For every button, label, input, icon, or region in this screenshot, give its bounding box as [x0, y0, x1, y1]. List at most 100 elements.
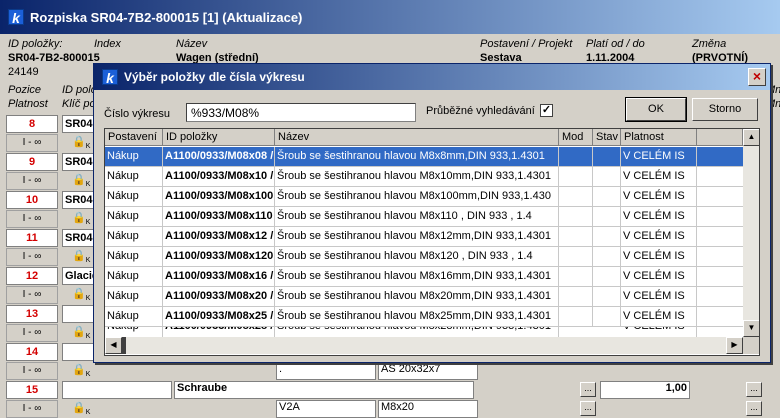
cell-nazev: Šroub se šestihranou hlavou M8x110 , DIN… [275, 207, 559, 227]
vertical-scrollbar[interactable]: ▲ ▼ [743, 129, 759, 337]
row-position[interactable]: 13 [6, 305, 58, 323]
row-dimension[interactable]: M8x20 [378, 400, 478, 418]
lock-key-icon[interactable]: 🔒K [72, 287, 90, 302]
lock-key-icon[interactable]: 🔒K [72, 401, 90, 416]
row-material[interactable]: . [276, 362, 376, 380]
row-dimension[interactable]: AS 20x32x7 [378, 362, 478, 380]
drawing-number-dialog[interactable]: k Výběr položky dle čísla výkresu × Čísl… [93, 63, 771, 363]
cell-nazev: Šroub se šestihranou hlavou M8x25mm,DIN … [275, 307, 559, 327]
scroll-right-icon[interactable]: ▶ [726, 337, 743, 354]
row-extra-button[interactable]: ... [746, 401, 762, 416]
list-item[interactable]: Nákup A1100/0933/M08x120 Šroub se šestih… [105, 247, 743, 267]
row-name[interactable]: Schraube [174, 381, 474, 399]
cell-stav [593, 247, 621, 267]
lock-key-icon[interactable]: 🔒K [72, 173, 90, 188]
cell-mod [559, 247, 593, 267]
value-id-polozky: SR04-7B2-800015 [8, 52, 100, 64]
row-item-id[interactable] [62, 343, 94, 361]
list-item[interactable]: Nákup A1100/0933/M08x16 / Šroub se šesti… [105, 267, 743, 287]
list-item[interactable]: Nákup A1100/0933/M08x25 / Šroub se šesti… [105, 307, 743, 327]
row-position[interactable]: 12 [6, 267, 58, 285]
column-header-platnost[interactable]: Platnost [621, 129, 697, 146]
close-icon[interactable]: × [748, 68, 766, 86]
list-item[interactable]: Nákup A1100/0933/M08x28 / Šroub se šesti… [105, 327, 743, 337]
cell-postaveni: Nákup [105, 267, 163, 287]
row-item-id[interactable]: SR04- [62, 229, 96, 247]
list-item[interactable]: Nákup A1100/0933/M08x100 Šroub se šestih… [105, 187, 743, 207]
drawing-number-input[interactable] [186, 103, 416, 122]
grid-row[interactable]: 15 I - ∞ 🔒K Schraube ... 1,00 ... V2A M8… [2, 380, 778, 418]
cell-id: A1100/0933/M08x120 [163, 247, 275, 267]
list-item[interactable]: Nákup A1100/0933/M08x12 / Šroub se šesti… [105, 227, 743, 247]
live-search-checkbox[interactable]: ✓ [540, 104, 553, 117]
cell-id: A1100/0933/M08x110 [163, 207, 275, 227]
results-list[interactable]: Postavení ID položky Název Mod Stav Plat… [104, 128, 760, 356]
column-header-stav[interactable]: Stav [593, 129, 621, 146]
cell-id: A1100/0933/M08x16 / [163, 267, 275, 287]
ok-button[interactable]: OK [625, 97, 687, 122]
row-lookup-button-2[interactable]: ... [580, 401, 596, 416]
scroll-up-icon[interactable]: ▲ [743, 129, 759, 146]
label-id-polozky: ID položky: [8, 38, 63, 50]
horizontal-scrollbar[interactable]: ◀ ▶ [105, 337, 743, 354]
list-item[interactable]: Nákup A1100/0933/M08x110 Šroub se šestih… [105, 207, 743, 227]
lock-key-icon[interactable]: 🔒K [72, 363, 90, 378]
cell-stav [593, 147, 621, 167]
lock-key-icon[interactable]: 🔒K [72, 211, 90, 226]
column-header-postaveni[interactable]: Postavení [105, 129, 163, 146]
cell-stav [593, 287, 621, 307]
cell-postaveni: Nákup [105, 247, 163, 267]
row-item-id[interactable]: SR04- [62, 153, 96, 171]
scroll-left-icon[interactable]: ◀ [105, 337, 122, 354]
cell-postaveni: Nákup [105, 207, 163, 227]
cell-nazev: Šroub se šestihranou hlavou M8x8mm,DIN 9… [275, 147, 559, 167]
cell-id: A1100/0933/M08x20 / [163, 287, 275, 307]
dialog-titlebar[interactable]: k Výběr položky dle čísla výkresu × [94, 64, 770, 90]
grid-header-id: ID polo [62, 84, 97, 96]
row-amount-button[interactable]: ... [746, 382, 762, 397]
scroll-down-icon[interactable]: ▼ [743, 320, 759, 337]
lock-key-icon[interactable]: 🔒K [72, 135, 90, 150]
row-position[interactable]: 14 [6, 343, 58, 361]
list-item[interactable]: Nákup A1100/0933/M08x20 / Šroub se šesti… [105, 287, 743, 307]
cell-platnost: V CELÉM IS [621, 207, 697, 227]
cell-platnost: V CELÉM IS [621, 267, 697, 287]
cell-platnost: V CELÉM IS [621, 167, 697, 187]
row-material[interactable]: V2A [276, 400, 376, 418]
column-header-nazev[interactable]: Název [275, 129, 559, 146]
row-item-id[interactable] [62, 381, 172, 399]
cell-nazev: Šroub se šestihranou hlavou M8x10mm,DIN … [275, 167, 559, 187]
row-validity-range: I - ∞ [6, 286, 58, 304]
live-search-label: Průběžné vyhledávání [426, 105, 535, 117]
row-validity-range: I - ∞ [6, 362, 58, 380]
row-position[interactable]: 15 [6, 381, 58, 399]
cell-nazev: Šroub se šestihranou hlavou M8x12mm,DIN … [275, 227, 559, 247]
row-position[interactable]: 10 [6, 191, 58, 209]
row-lookup-button[interactable]: ... [580, 382, 596, 397]
main-window-titlebar[interactable]: k Rozpiska SR04-7B2-800015 [1] (Aktualiz… [0, 0, 780, 34]
lock-key-icon[interactable]: 🔒K [72, 249, 90, 264]
row-position[interactable]: 9 [6, 153, 58, 171]
row-item-id[interactable] [62, 305, 94, 323]
value-item-number: 24149 [8, 66, 39, 78]
cancel-button[interactable]: Storno [692, 98, 758, 121]
row-item-id[interactable]: Glacie [62, 267, 98, 285]
list-item[interactable]: Nákup A1100/0933/M08x08 / Šroub se šesti… [105, 147, 743, 167]
row-validity-range: I - ∞ [6, 172, 58, 190]
cell-mod [559, 187, 593, 207]
row-item-id[interactable]: SR04- [62, 115, 96, 133]
cell-platnost: V CELÉM IS [621, 147, 697, 167]
cell-platnost: V CELÉM IS [621, 187, 697, 207]
row-position[interactable]: 8 [6, 115, 58, 133]
cell-mod [559, 227, 593, 247]
cell-postaveni: Nákup [105, 147, 163, 167]
lock-key-icon[interactable]: 🔒K [72, 325, 90, 340]
scroll-thumb[interactable] [122, 337, 126, 354]
row-item-id[interactable]: SR04- [62, 191, 96, 209]
row-amount[interactable]: 1,00 [600, 381, 690, 399]
column-header-mod[interactable]: Mod [559, 129, 593, 146]
cell-id: A1100/0933/M08x100 [163, 187, 275, 207]
list-item[interactable]: Nákup A1100/0933/M08x10 / Šroub se šesti… [105, 167, 743, 187]
column-header-id[interactable]: ID položky [163, 129, 275, 146]
row-position[interactable]: 11 [6, 229, 58, 247]
